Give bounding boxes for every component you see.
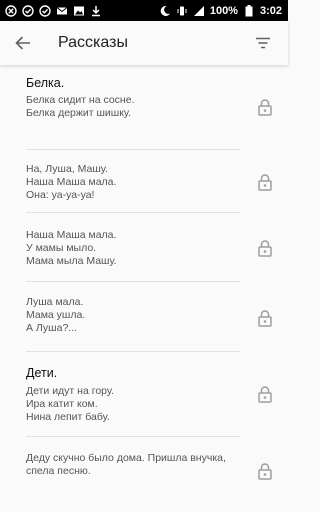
page-title: Рассказы	[58, 34, 128, 51]
story-preview-line: А Луша?...	[26, 322, 78, 334]
story-title: Белка.	[26, 76, 65, 90]
story-preview-line: Нина лепит бабу.	[26, 411, 110, 423]
lock-icon	[257, 173, 273, 191]
story-preview-line: Деду скучно было дома. Пришла внучка,	[26, 452, 226, 464]
story-preview: Наша Маша мала. У мамы мыло. Мама мыла Маш…	[26, 229, 246, 268]
arrow-back-icon	[15, 36, 30, 50]
story-item[interactable]: Деду скучно было дома. Пришла внучка, спе…	[0, 439, 288, 509]
lock-icon	[257, 309, 273, 327]
vibrate-icon	[176, 5, 188, 17]
lock-icon	[257, 239, 273, 257]
filter-button[interactable]	[250, 30, 276, 56]
story-item[interactable]: Луша мала. Мама ушла. А Луша?...	[0, 284, 288, 354]
status-left	[5, 4, 102, 17]
story-title: Дети.	[26, 366, 58, 380]
story-preview-line: Ира катит ком.	[26, 398, 98, 410]
story-preview-line: Наша Маша мала.	[26, 176, 117, 188]
story-item[interactable]: На, Луша, Машу. Наша Маша мала. Она: уа-уа…	[0, 150, 288, 220]
list-divider	[26, 351, 240, 352]
story-preview-line: Мама ушла.	[26, 309, 86, 321]
story-preview-line: Белка держит шишку.	[26, 107, 132, 119]
lock-icon	[257, 98, 273, 116]
mail-icon	[56, 5, 68, 17]
story-preview-line: У мамы мыло.	[26, 242, 97, 254]
story-preview-line: Она: уа-уа-уа!	[26, 189, 95, 201]
story-item[interactable]: Наша Маша мала. У мамы мыло. Мама мыла Маш…	[0, 215, 288, 285]
list-divider	[26, 436, 240, 437]
status-bar: 100% 3:02	[0, 0, 288, 21]
story-preview: Луша мала. Мама ушла. А Луша?...	[26, 296, 246, 335]
lock-icon	[257, 385, 273, 403]
story-preview-line: Дети идут на гору.	[26, 385, 114, 397]
app-bar: Рассказы	[0, 21, 288, 65]
list-divider	[26, 281, 240, 282]
story-preview: Деду скучно было дома. Пришла внучка, спе…	[26, 452, 246, 478]
story-preview-line: Мама мыла Машу.	[26, 255, 117, 267]
download-icon	[90, 5, 102, 17]
check-circle-icon	[22, 4, 34, 17]
story-preview: Дети идут на гору. Ира катит ком. Нина леп…	[26, 385, 246, 424]
status-right: 100% 3:02	[159, 4, 282, 17]
story-item[interactable]: Дети. Дети идут на гору. Ира катит ком. Нин…	[0, 354, 288, 424]
story-preview: Белка сидит на сосне. Белка держит шишку.	[26, 94, 246, 120]
do-not-disturb-moon-icon	[159, 5, 171, 17]
lock-icon	[257, 462, 273, 480]
story-preview: На, Луша, Машу. Наша Маша мала. Она: уа-уа…	[26, 163, 246, 202]
story-preview-line: Наша Маша мала.	[26, 229, 117, 241]
list-divider	[26, 212, 240, 213]
check-circle-icon	[39, 4, 51, 17]
signal-icon	[193, 5, 205, 17]
battery-percentage: 100%	[209, 4, 238, 17]
battery-icon	[243, 4, 255, 17]
clock: 3:02	[259, 4, 282, 17]
story-preview-line: На, Луша, Машу.	[26, 163, 108, 175]
app-notification-icon	[5, 4, 17, 17]
story-preview-line: спела песню.	[26, 465, 91, 477]
story-preview-line: Луша мала.	[26, 296, 84, 308]
filter-list-icon	[256, 37, 270, 49]
back-button[interactable]	[10, 30, 36, 56]
story-preview-line: Белка сидит на сосне.	[26, 94, 135, 106]
image-icon	[73, 5, 85, 17]
story-item[interactable]: Белка. Белка сидит на сосне. Белка держит …	[0, 66, 288, 136]
